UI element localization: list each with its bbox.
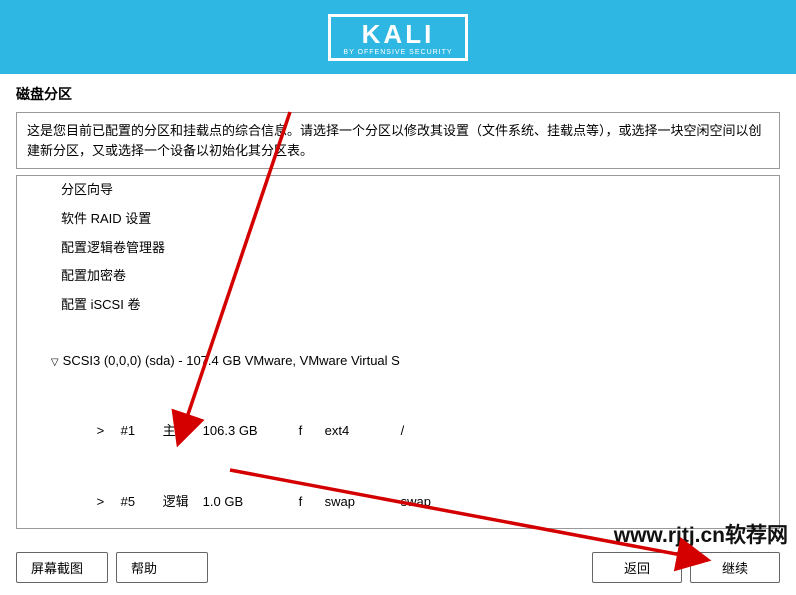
footer: 屏幕截图 帮助 返回 继续 <box>16 552 780 583</box>
partition-row-2[interactable]: >#5逻辑1.0 GBfswapswap <box>17 467 779 529</box>
row-fs: ext4 <box>325 421 401 442</box>
page-title: 磁盘分区 <box>0 74 796 112</box>
continue-button[interactable]: 继续 <box>690 552 780 583</box>
row-size: 1.0 GB <box>203 492 299 513</box>
row-marker: > <box>97 492 121 513</box>
disk-header-text: SCSI3 (0,0,0) (sda) - 107.4 GB VMware, V… <box>63 353 400 368</box>
row-type: 逻辑 <box>163 492 203 513</box>
footer-right: 返回 继续 <box>592 552 780 583</box>
row-fs: swap <box>325 492 401 513</box>
menu-raid[interactable]: 软件 RAID 设置 <box>17 205 779 234</box>
row-size: 106.3 GB <box>203 421 299 442</box>
row-marker: > <box>97 421 121 442</box>
partition-list: 分区向导 软件 RAID 设置 配置逻辑卷管理器 配置加密卷 配置 iSCSI … <box>16 175 780 529</box>
menu-iscsi[interactable]: 配置 iSCSI 卷 <box>17 291 779 320</box>
row-flag: f <box>299 492 325 513</box>
logo: KALI BY OFFENSIVE SECURITY <box>328 14 467 61</box>
row-num: #5 <box>121 492 163 513</box>
screenshot-button[interactable]: 屏幕截图 <box>16 552 108 583</box>
row-mount: / <box>401 421 405 442</box>
row-type: 主 <box>163 421 203 442</box>
row-flag: f <box>299 421 325 442</box>
main: 这是您目前已配置的分区和挂载点的综合信息。请选择一个分区以修改其设置（文件系统、… <box>16 112 780 529</box>
logo-subtitle: BY OFFENSIVE SECURITY <box>343 49 452 56</box>
row-num: #1 <box>121 421 163 442</box>
disk-header[interactable]: ▽SCSI3 (0,0,0) (sda) - 107.4 GB VMware, … <box>17 326 779 396</box>
row-mount: swap <box>401 492 431 513</box>
logo-title: KALI <box>343 21 452 47</box>
menu-crypto[interactable]: 配置加密卷 <box>17 262 779 291</box>
description-text: 这是您目前已配置的分区和挂载点的综合信息。请选择一个分区以修改其设置（文件系统、… <box>16 112 780 169</box>
menu-lvm[interactable]: 配置逻辑卷管理器 <box>17 234 779 263</box>
header: KALI BY OFFENSIVE SECURITY <box>0 0 796 74</box>
footer-left: 屏幕截图 帮助 <box>16 552 208 583</box>
chevron-down-icon: ▽ <box>49 355 61 371</box>
partition-row-1[interactable]: >#1主106.3 GBfext4/ <box>17 396 779 466</box>
help-button[interactable]: 帮助 <box>116 552 208 583</box>
back-button[interactable]: 返回 <box>592 552 682 583</box>
menu-guided[interactable]: 分区向导 <box>17 176 779 205</box>
